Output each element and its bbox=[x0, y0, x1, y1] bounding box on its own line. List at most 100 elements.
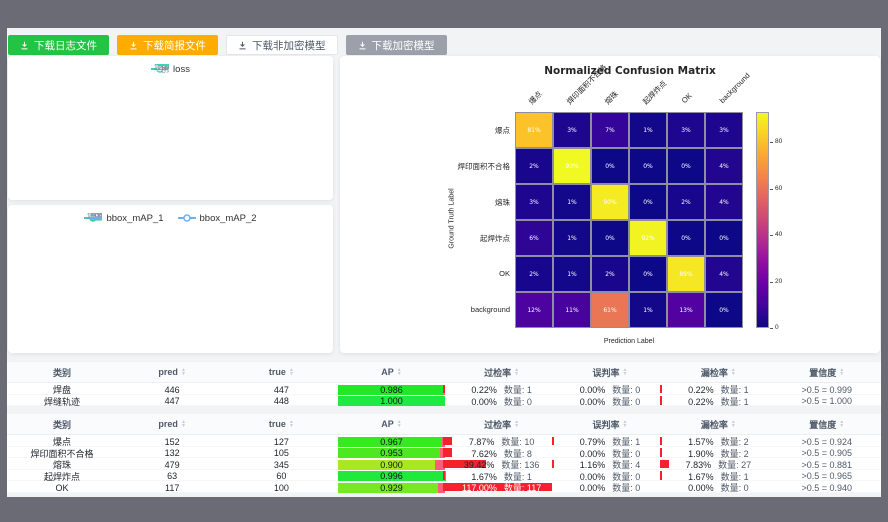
legend-bbox_mAP_1[interactable]: 00.20.40.60.81123456789101112bbox_mAP_1 bbox=[84, 213, 163, 224]
legend-bbox_mAP_2[interactable]: bbox_mAP_2 bbox=[178, 213, 257, 224]
legend-label: loss bbox=[173, 64, 190, 75]
legend-label: bbox_mAP_1 bbox=[106, 213, 163, 224]
matrix-cell-value: 2% bbox=[529, 163, 539, 170]
matrix-cell-value: 1% bbox=[567, 199, 577, 206]
column-header-pred[interactable]: pred▲▼ bbox=[117, 367, 227, 377]
sort-icon[interactable]: ▲▼ bbox=[397, 420, 402, 428]
over-detect-rate-text: 0.00%数量: 0 bbox=[471, 395, 532, 408]
matrix-row-label: OK bbox=[340, 269, 510, 278]
column-header-label: true bbox=[269, 367, 286, 377]
matrix-cell-value: 1% bbox=[567, 235, 577, 242]
matrix-cell: 1% bbox=[553, 256, 591, 292]
legend-loss[interactable]: 00.050.10.150.20.250.30.3512345678910111… bbox=[151, 64, 190, 75]
sort-icon[interactable]: ▲▼ bbox=[397, 368, 402, 376]
legend-marker-icon bbox=[178, 213, 196, 223]
column-header-true[interactable]: true▲▼ bbox=[227, 419, 335, 429]
matrix-cell: 4% bbox=[705, 184, 743, 220]
matrix-cell-value: 3% bbox=[567, 127, 577, 134]
column-header-label: 误判率 bbox=[593, 366, 620, 379]
column-header-漏检率[interactable]: 漏检率▲▼ bbox=[664, 366, 772, 379]
dashboard-panel: 下载日志文件 下载简报文件下载非加密模型下载加密模型 00.050.10.150.… bbox=[7, 28, 881, 497]
colorbar-tick bbox=[770, 235, 773, 236]
sort-icon[interactable]: ▲▼ bbox=[289, 420, 294, 428]
sort-icon[interactable]: ▲▼ bbox=[623, 420, 628, 428]
column-header-AP[interactable]: AP▲▼ bbox=[336, 419, 448, 429]
column-header-误判率[interactable]: 误判率▲▼ bbox=[556, 366, 664, 379]
ap-bar-track: 0.900 bbox=[338, 460, 446, 470]
table-row: 起焊炸点63600.9961.67%数量: 10.00%数量: 01.67%数量… bbox=[7, 470, 881, 482]
sort-icon[interactable]: ▲▼ bbox=[514, 368, 519, 376]
matrix-cell: 12% bbox=[515, 292, 553, 328]
miss-rate-bar bbox=[660, 448, 662, 457]
download-report-file-button[interactable]: 下载简报文件 bbox=[117, 35, 218, 55]
column-header-label: pred bbox=[158, 419, 178, 429]
download-log-file-button[interactable]: 下载日志文件 bbox=[8, 35, 109, 55]
matrix-cell: 3% bbox=[667, 112, 705, 148]
matrix-col-label: 起焊炸点 bbox=[640, 78, 669, 107]
ap-bar-track: 0.953 bbox=[338, 448, 446, 458]
miss-rate-bar bbox=[660, 437, 662, 446]
sort-icon[interactable]: ▲▼ bbox=[731, 368, 736, 376]
sort-icon[interactable]: ▲▼ bbox=[839, 420, 844, 428]
button-label: 下载日志文件 bbox=[34, 38, 97, 53]
sort-icon[interactable]: ▲▼ bbox=[181, 420, 186, 428]
matrix-cell-value: 3% bbox=[529, 199, 539, 206]
table-row: 熔珠4793450.90039.42%数量: 1361.16%数量: 47.83… bbox=[7, 458, 881, 470]
misjudge-rate-cell: 0.00%数量: 0 bbox=[556, 395, 664, 408]
sort-icon[interactable]: ▲▼ bbox=[623, 368, 628, 376]
sort-icon[interactable]: ▲▼ bbox=[514, 420, 519, 428]
matrix-cell: 0% bbox=[629, 256, 667, 292]
matrix-cell: 4% bbox=[705, 256, 743, 292]
column-header-置信度[interactable]: 置信度▲▼ bbox=[773, 418, 881, 431]
table-row: OK1171000.929117.00%数量: 1170.00%数量: 00.0… bbox=[7, 481, 881, 493]
matrix-cell-value: 1% bbox=[643, 307, 653, 314]
column-header-漏检率[interactable]: 漏检率▲▼ bbox=[664, 418, 772, 431]
column-header-过检率[interactable]: 过检率▲▼ bbox=[447, 366, 555, 379]
download-encrypted-model-button[interactable]: 下载加密模型 bbox=[346, 35, 447, 55]
matrix-cell: 81% bbox=[515, 112, 553, 148]
column-header-AP[interactable]: AP▲▼ bbox=[336, 367, 448, 377]
sort-icon[interactable]: ▲▼ bbox=[731, 420, 736, 428]
over-detect-rate-bar bbox=[443, 448, 451, 457]
pred-cell: 447 bbox=[117, 395, 227, 408]
colorbar-tick-label: 60 bbox=[775, 185, 782, 192]
matrix-cell-value: 81% bbox=[527, 127, 540, 134]
ap-bar-track: 0.929 bbox=[338, 483, 446, 493]
table-header-row: 类别pred▲▼true▲▼AP▲▼过检率▲▼误判率▲▼漏检率▲▼置信度▲▼ bbox=[7, 362, 881, 383]
column-header-true[interactable]: true▲▼ bbox=[227, 367, 335, 377]
ap-value: 0.986 bbox=[338, 385, 446, 395]
misjudge-rate-percent: 0.00% bbox=[580, 397, 606, 407]
matrix-cell-value: 2% bbox=[605, 271, 615, 278]
sort-icon[interactable]: ▲▼ bbox=[289, 368, 294, 376]
ap-bar-track: 0.996 bbox=[338, 471, 446, 481]
matrix-cell: 3% bbox=[553, 112, 591, 148]
column-header-置信度[interactable]: 置信度▲▼ bbox=[773, 366, 881, 379]
over-detect-rate-cell: 117.00%数量: 117 bbox=[447, 481, 555, 494]
download-unencrypted-model-button[interactable]: 下载非加密模型 bbox=[226, 35, 338, 55]
sort-icon[interactable]: ▲▼ bbox=[181, 368, 186, 376]
misjudge-rate-bar bbox=[552, 460, 554, 469]
true-cell: 448 bbox=[227, 395, 335, 408]
miss-rate-percent: 1.57% bbox=[688, 437, 714, 447]
matrix-cell: 89% bbox=[667, 256, 705, 292]
class-name-cell: OK bbox=[7, 481, 117, 494]
ap-bar-track: 0.986 bbox=[338, 385, 446, 395]
sort-icon[interactable]: ▲▼ bbox=[839, 368, 844, 376]
column-header-误判率[interactable]: 误判率▲▼ bbox=[556, 418, 664, 431]
matrix-cell-value: 11% bbox=[565, 307, 578, 314]
column-header-label: 置信度 bbox=[809, 366, 836, 379]
matrix-cell-value: 0% bbox=[719, 235, 729, 242]
misjudge-rate-text: 0.00%数量: 0 bbox=[580, 395, 641, 408]
matrix-cell-value: 0% bbox=[643, 271, 653, 278]
column-header-过检率[interactable]: 过检率▲▼ bbox=[447, 418, 555, 431]
matrix-colorbar bbox=[756, 112, 769, 328]
matrix-cell-value: 3% bbox=[719, 127, 729, 134]
column-header-pred[interactable]: pred▲▼ bbox=[117, 419, 227, 429]
legend-marker-icon: 00.050.10.150.20.250.30.3512345678910111… bbox=[151, 64, 169, 74]
miss-rate-percent: 0.00% bbox=[688, 483, 714, 493]
true-cell: 100 bbox=[227, 481, 335, 494]
ap-bar-track: 1.000 bbox=[338, 396, 446, 406]
misjudge-rate-text: 0.00%数量: 0 bbox=[580, 481, 641, 494]
ap-value: 0.967 bbox=[338, 437, 446, 447]
matrix-cell: 2% bbox=[667, 184, 705, 220]
